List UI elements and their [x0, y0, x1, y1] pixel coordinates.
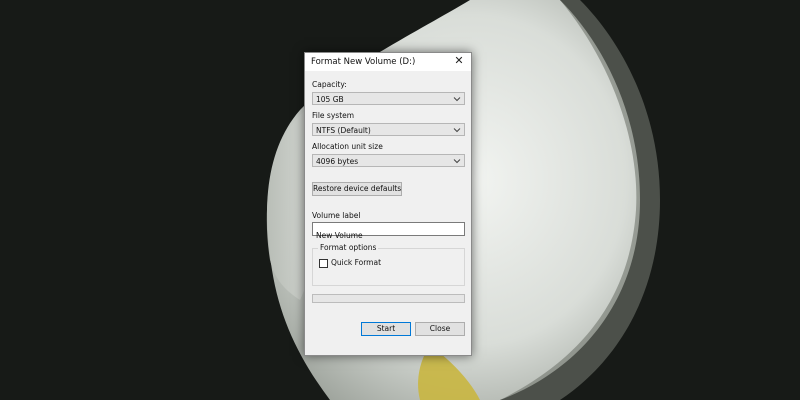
volume-label-field-frame: [312, 222, 467, 242]
window-title: Format New Volume (D:): [311, 57, 416, 67]
capacity-label: Capacity:: [312, 80, 347, 89]
file-system-label: File system: [312, 111, 355, 120]
quick-format-checkbox[interactable]: [319, 259, 328, 268]
capacity-select[interactable]: 105 GB: [312, 92, 465, 105]
title-bar: Format New Volume (D:) ✕: [305, 53, 471, 71]
format-dialog: Format New Volume (D:) ✕ Capacity: 105 G…: [304, 52, 472, 356]
allocation-unit-size-label: Allocation unit size: [312, 142, 383, 151]
file-system-select[interactable]: NTFS (Default): [312, 123, 465, 136]
close-button[interactable]: Close: [415, 322, 465, 336]
format-progress-bar: [312, 294, 465, 303]
format-options-group: Format options Quick Format: [312, 243, 465, 286]
restore-device-defaults-button[interactable]: Restore device defaults: [312, 182, 402, 196]
volume-label-input[interactable]: [313, 229, 467, 242]
close-icon[interactable]: ✕: [453, 55, 465, 67]
allocation-unit-size-value: 4096 bytes: [316, 156, 359, 166]
capacity-value: 105 GB: [316, 94, 344, 104]
format-options-legend: Format options: [318, 243, 379, 252]
chevron-down-icon: [453, 128, 461, 133]
chevron-down-icon: [453, 159, 461, 164]
quick-format-label[interactable]: Quick Format: [331, 258, 381, 267]
volume-label-label: Volume label: [312, 211, 361, 220]
chevron-down-icon: [453, 97, 461, 102]
file-system-value: NTFS (Default): [316, 125, 371, 135]
start-button[interactable]: Start: [361, 322, 411, 336]
allocation-unit-size-select[interactable]: 4096 bytes: [312, 154, 465, 167]
